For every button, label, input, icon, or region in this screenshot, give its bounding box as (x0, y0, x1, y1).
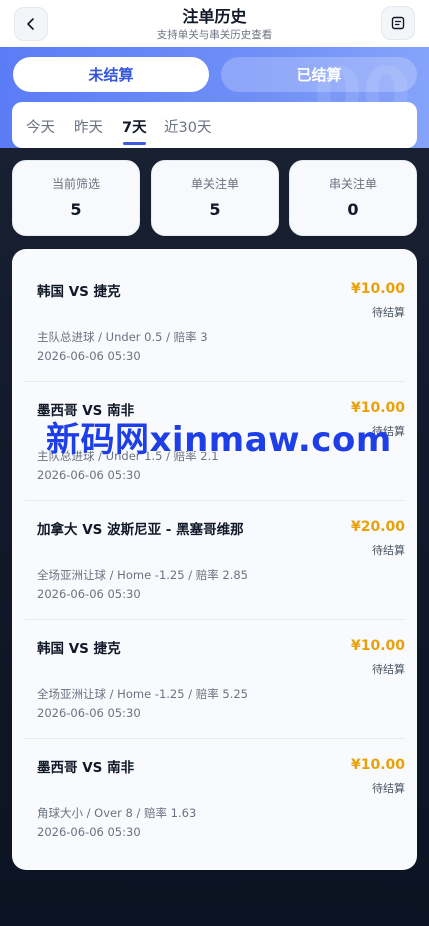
tab-settled[interactable]: 已结算 (221, 57, 417, 92)
bet-list: 韩国 VS 捷克 ¥10.00 待结算 主队总进球 / Under 0.5 / … (12, 249, 417, 870)
stat-card-parlay-bets: 串关注单 0 (289, 160, 417, 236)
list-icon (391, 16, 405, 30)
bet-detail: 主队总进球 / Under 0.5 / 赔率 3 (37, 330, 208, 344)
stat-label: 串关注单 (328, 177, 377, 191)
stat-card-single-bets: 单关注单 5 (151, 160, 279, 236)
filter-band: 00 未结算 已结算 今天 昨天 7天 近30天 (0, 47, 429, 148)
stat-label: 单关注单 (190, 177, 239, 191)
bet-time: 2026-06-06 05:30 (37, 825, 141, 839)
bet-time: 2026-06-06 05:30 (37, 587, 141, 601)
bet-item[interactable]: 韩国 VS 捷克 ¥10.00 待结算 主队总进球 / Under 0.5 / … (25, 249, 405, 368)
bet-detail: 角球大小 / Over 8 / 赔率 1.63 (37, 806, 197, 820)
bet-item[interactable]: 墨西哥 VS 南非 ¥10.00 待结算 角球大小 / Over 8 / 赔率 … (25, 725, 405, 844)
bet-amount: ¥10.00 (350, 281, 405, 297)
bet-status: 待结算 (372, 663, 405, 676)
site-watermark: 新码网xinmaw.com (46, 420, 392, 460)
period-yesterday[interactable]: 昨天 (74, 116, 103, 137)
bet-item[interactable]: 加拿大 VS 波斯尼亚 - 黑塞哥维那 ¥20.00 待结算 全场亚洲让球 / … (25, 487, 405, 606)
bet-time: 2026-06-06 05:30 (37, 349, 141, 363)
tab-unsettled[interactable]: 未结算 (13, 57, 209, 92)
bet-item[interactable]: 韩国 VS 捷克 ¥10.00 待结算 全场亚洲让球 / Home -1.25 … (25, 606, 405, 725)
stat-value: 5 (209, 200, 221, 219)
stat-value: 0 (347, 200, 359, 219)
bet-time: 2026-06-06 05:30 (37, 468, 141, 482)
stat-label: 当前筛选 (51, 177, 100, 191)
bet-time: 2026-06-06 05:30 (37, 706, 141, 720)
period-active-indicator (123, 142, 146, 145)
bet-match: 墨西哥 VS 南非 (37, 760, 135, 776)
bet-amount: ¥10.00 (350, 638, 405, 654)
bet-detail: 全场亚洲让球 / Home -1.25 / 赔率 2.85 (37, 568, 249, 582)
bet-amount: ¥20.00 (350, 519, 405, 535)
app-header: 注单历史 支持单关与串关历史查看 (0, 0, 429, 47)
page-title: 注单历史 (182, 7, 247, 26)
page-subtitle: 支持单关与串关历史查看 (156, 29, 273, 41)
bet-amount: ¥10.00 (350, 757, 405, 773)
period-30days[interactable]: 近30天 (164, 116, 211, 137)
menu-button[interactable] (381, 6, 415, 40)
bet-detail: 全场亚洲让球 / Home -1.25 / 赔率 5.25 (37, 687, 249, 701)
stat-card-current-filter: 当前筛选 5 (12, 160, 140, 236)
bet-status: 待结算 (372, 782, 405, 795)
period-today[interactable]: 今天 (26, 116, 55, 137)
bet-match: 韩国 VS 捷克 (37, 284, 121, 300)
period-7days[interactable]: 7天 (122, 116, 147, 137)
bet-status: 待结算 (372, 544, 405, 557)
bet-match: 加拿大 VS 波斯尼亚 - 黑塞哥维那 (37, 522, 244, 538)
stat-value: 5 (70, 200, 82, 219)
bet-status: 待结算 (372, 306, 405, 319)
period-filter-bar: 今天 昨天 7天 近30天 (12, 102, 417, 148)
bet-match: 韩国 VS 捷克 (37, 641, 121, 657)
